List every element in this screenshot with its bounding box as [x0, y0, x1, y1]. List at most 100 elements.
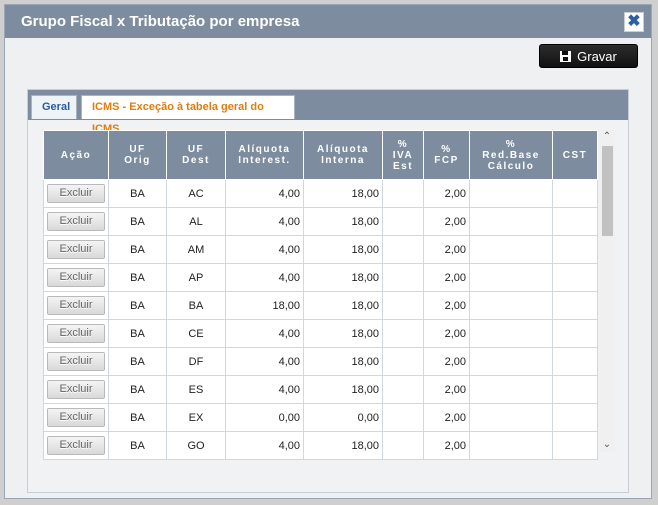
action-cell: Excluir	[43, 179, 109, 208]
uf-orig-cell: BA	[108, 291, 167, 320]
delete-button[interactable]: Excluir	[47, 352, 105, 371]
uf-orig-cell: BA	[108, 263, 167, 292]
scroll-up-icon[interactable]: ⌃	[599, 130, 615, 144]
scroll-down-icon[interactable]: ⌄	[599, 438, 615, 452]
scroll-thumb[interactable]	[602, 146, 613, 236]
table-row: Excluir BA AL 4,00 18,00 2,00	[43, 207, 598, 236]
red-base-cell	[469, 431, 553, 460]
delete-button[interactable]: Excluir	[47, 324, 105, 343]
fcp-cell: 2,00	[423, 291, 470, 320]
dialog: Grupo Fiscal x Tributação por empresa ✖ …	[4, 4, 652, 499]
delete-button[interactable]: Excluir	[47, 240, 105, 259]
uf-dest-cell: BA	[166, 291, 226, 320]
cst-cell	[552, 347, 598, 376]
uf-dest-cell: DF	[166, 347, 226, 376]
uf-orig-cell: BA	[108, 431, 167, 460]
action-cell: Excluir	[43, 235, 109, 264]
action-cell: Excluir	[43, 263, 109, 292]
red-base-cell	[469, 235, 553, 264]
uf-orig-cell: BA	[108, 179, 167, 208]
delete-button[interactable]: Excluir	[47, 436, 105, 455]
icms-table: Ação UF Orig UF Dest Alíquota Interest. Alíquot…	[43, 130, 598, 460]
save-button-label: Gravar	[577, 48, 617, 64]
table-row: Excluir BA AM 4,00 18,00 2,00	[43, 235, 598, 264]
column-header-line: Interna	[321, 155, 365, 166]
iva-est-cell	[382, 431, 424, 460]
table-row: Excluir BA BA 18,00 18,00 2,00	[43, 291, 598, 320]
red-base-cell	[469, 347, 553, 376]
aliquota-interest-cell: 4,00	[225, 431, 304, 460]
column-header-line: Dest	[182, 155, 210, 166]
column-header: Alíquota Interest.	[225, 130, 304, 180]
column-header-line: IVA	[392, 149, 414, 161]
iva-est-cell	[382, 179, 424, 208]
uf-orig-cell: BA	[108, 207, 167, 236]
column-header: CST	[552, 130, 598, 180]
aliquota-interna-cell: 18,00	[303, 431, 383, 460]
action-cell: Excluir	[43, 291, 109, 320]
uf-dest-cell: ES	[166, 375, 226, 404]
red-base-cell	[469, 207, 553, 236]
column-header-line: FCP	[434, 155, 459, 166]
aliquota-interna-cell: 18,00	[303, 207, 383, 236]
uf-dest-cell: EX	[166, 403, 226, 432]
aliquota-interest-cell: 18,00	[225, 291, 304, 320]
fcp-cell: 2,00	[423, 235, 470, 264]
uf-orig-cell: BA	[108, 235, 167, 264]
red-base-cell	[469, 263, 553, 292]
aliquota-interna-cell: 18,00	[303, 347, 383, 376]
column-header-line: Interest.	[238, 155, 291, 166]
tab-geral[interactable]: Geral	[31, 95, 77, 119]
delete-button[interactable]: Excluir	[47, 212, 105, 231]
column-header-line: UF	[129, 144, 146, 155]
close-icon[interactable]: ✖	[624, 12, 644, 32]
red-base-cell	[469, 319, 553, 348]
cst-cell	[552, 263, 598, 292]
delete-button[interactable]: Excluir	[47, 408, 105, 427]
red-base-cell	[469, 403, 553, 432]
fcp-cell: 2,00	[423, 263, 470, 292]
aliquota-interest-cell: 4,00	[225, 319, 304, 348]
table-scrollbar[interactable]: ⌃ ⌄	[599, 130, 615, 452]
action-cell: Excluir	[43, 347, 109, 376]
uf-dest-cell: AL	[166, 207, 226, 236]
aliquota-interna-cell: 18,00	[303, 291, 383, 320]
delete-button[interactable]: Excluir	[47, 268, 105, 287]
column-header: % Red.Base Cálculo	[469, 130, 553, 180]
save-button[interactable]: Gravar	[539, 44, 638, 68]
action-cell: Excluir	[43, 207, 109, 236]
cst-cell	[552, 375, 598, 404]
dialog-title: Grupo Fiscal x Tributação por empresa	[21, 13, 300, 30]
fcp-cell: 2,00	[423, 319, 470, 348]
cst-cell	[552, 207, 598, 236]
column-header: UF Orig	[108, 130, 167, 180]
delete-button[interactable]: Excluir	[47, 380, 105, 399]
column-header-line: %	[397, 138, 409, 150]
fcp-cell: 2,00	[423, 431, 470, 460]
cst-cell	[552, 319, 598, 348]
column-header-line: Est	[392, 160, 414, 172]
cst-cell	[552, 431, 598, 460]
iva-est-cell	[382, 347, 424, 376]
red-base-cell	[469, 291, 553, 320]
aliquota-interest-cell: 4,00	[225, 263, 304, 292]
uf-dest-cell: AM	[166, 235, 226, 264]
aliquota-interna-cell: 18,00	[303, 179, 383, 208]
table-header-row: Ação UF Orig UF Dest Alíquota Interest. Alíquot…	[43, 130, 598, 180]
delete-button[interactable]: Excluir	[47, 296, 105, 315]
column-header: Ação	[43, 130, 109, 180]
uf-orig-cell: BA	[108, 319, 167, 348]
delete-button[interactable]: Excluir	[47, 184, 105, 203]
table-row: Excluir BA DF 4,00 18,00 2,00	[43, 347, 598, 376]
column-header-line: Alíquota	[317, 144, 369, 155]
tab-icms-excecao[interactable]: ICMS - Exceção à tabela geral do ICMS	[81, 95, 295, 135]
cst-cell	[552, 179, 598, 208]
table-row: Excluir BA EX 0,00 0,00 2,00	[43, 403, 598, 432]
iva-est-cell	[382, 319, 424, 348]
column-header-line: CST	[562, 149, 588, 161]
aliquota-interest-cell: 4,00	[225, 235, 304, 264]
table-row: Excluir BA GO 4,00 18,00 2,00	[43, 431, 598, 460]
column-header: UF Dest	[166, 130, 226, 180]
aliquota-interna-cell: 18,00	[303, 235, 383, 264]
aliquota-interest-cell: 4,00	[225, 375, 304, 404]
